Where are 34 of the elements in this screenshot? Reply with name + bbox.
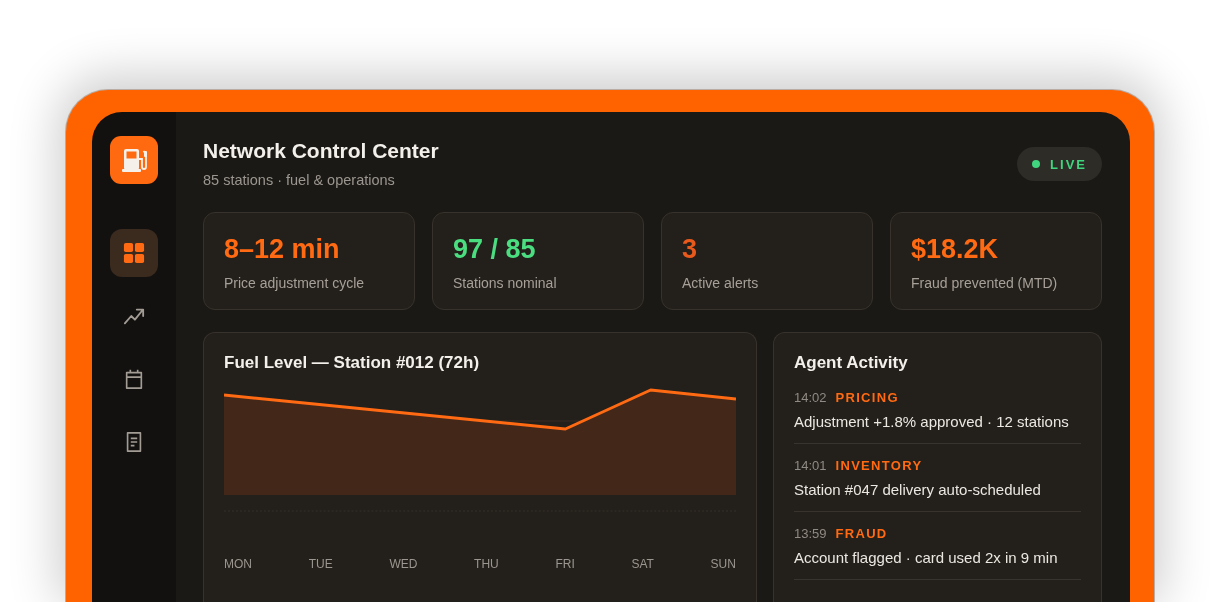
activity-text: Account flagged · card used 2x in 9 min xyxy=(794,548,1059,568)
activity-category: INVENTORY xyxy=(835,457,923,475)
stat-value: 97 / 85 xyxy=(453,233,536,265)
live-label: LIVE xyxy=(1050,156,1087,172)
axis-label: TUE xyxy=(308,556,333,572)
activity-text: Station #047 delivery auto-scheduled xyxy=(794,480,1042,500)
activity-time: 14:01 xyxy=(794,457,827,475)
stat-value: 3 xyxy=(682,233,698,265)
fuel-pump-icon xyxy=(110,136,158,184)
axis-label: SUN xyxy=(710,556,736,572)
status-dot-icon xyxy=(1032,160,1041,168)
axis-label: SAT xyxy=(631,556,654,572)
axis-label: THU xyxy=(474,556,499,572)
grid-icon xyxy=(123,242,145,264)
page-subtitle: 85 stations · fuel & operations xyxy=(203,171,396,190)
axis-label: WED xyxy=(389,556,418,572)
activity-time: 14:02 xyxy=(794,389,827,407)
activity-title: Agent Activity xyxy=(794,352,909,374)
activity-text: Adjustment +1.8% approved · 12 stations xyxy=(794,412,1070,432)
activity-time: 13:59 xyxy=(794,525,827,543)
calendar-icon xyxy=(123,368,145,390)
stat-value: $18.2K xyxy=(911,233,999,265)
stat-label: Active alerts xyxy=(682,274,759,293)
page-title: Network Control Center xyxy=(203,138,439,164)
stat-label: Fraud prevented (MTD) xyxy=(911,274,1058,293)
activity-category: FRAUD xyxy=(835,525,888,543)
stat-value: 8–12 min xyxy=(224,233,340,265)
activity-category: PRICING xyxy=(835,389,899,407)
chart-title: Fuel Level — Station #012 (72h) xyxy=(224,352,481,374)
axis-label: FRI xyxy=(555,556,575,572)
stat-label: Stations nominal xyxy=(453,274,557,293)
stat-label: Price adjustment cycle xyxy=(224,274,365,293)
axis-label: MON xyxy=(224,556,252,572)
nav-button[interactable] xyxy=(110,229,158,277)
